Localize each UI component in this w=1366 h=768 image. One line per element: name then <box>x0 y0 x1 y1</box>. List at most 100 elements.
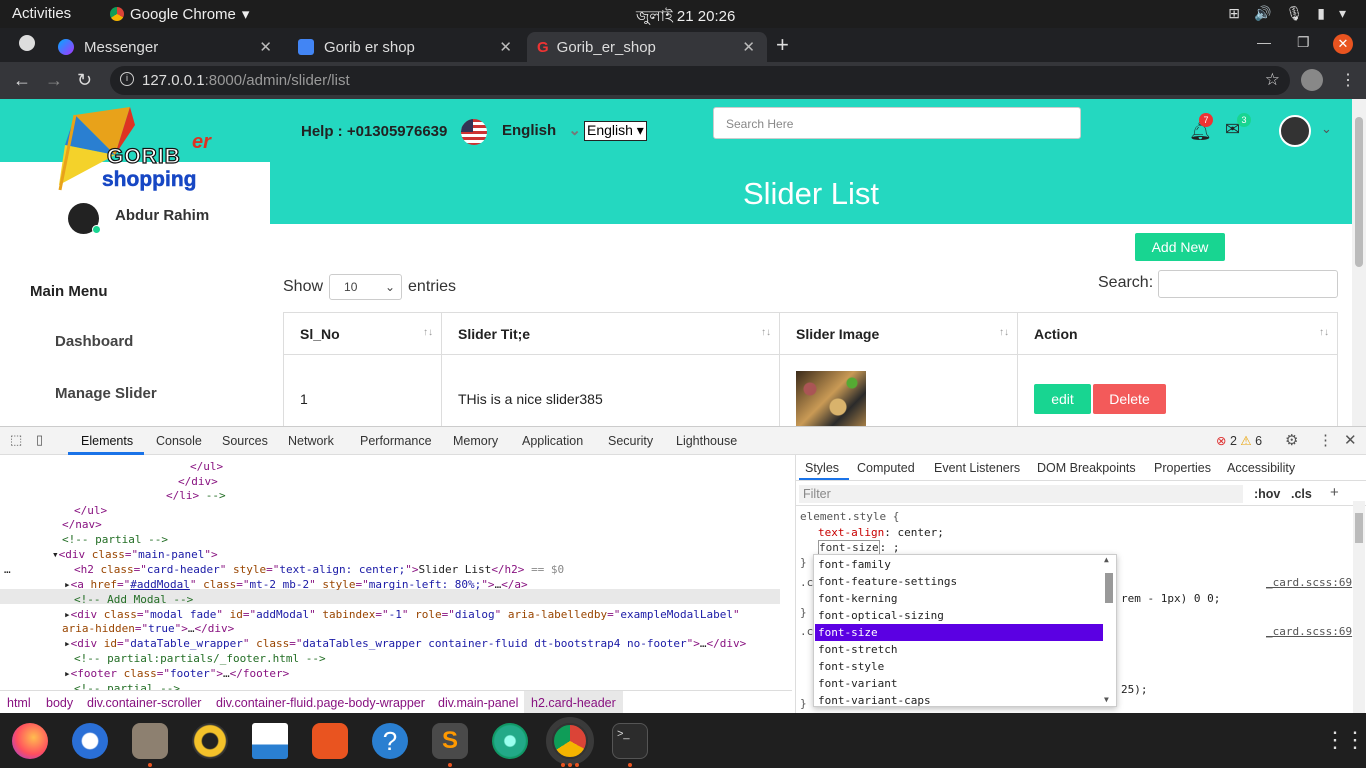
autocomplete-item[interactable]: font-stretch <box>815 641 1103 658</box>
site-logo[interactable]: er GORIB shopping <box>55 105 225 195</box>
autocomplete-item[interactable]: font-kerning <box>815 590 1103 607</box>
tab-security[interactable]: Security <box>608 434 653 448</box>
add-new-button[interactable]: Add New <box>1135 233 1225 261</box>
column-header-action[interactable]: Action ↑↓ <box>1017 312 1338 355</box>
breadcrumb-page-body-wrapper[interactable]: div.container-fluid.page-body-wrapper <box>216 696 425 710</box>
subtab-styles[interactable]: Styles <box>805 461 839 475</box>
subtab-computed[interactable]: Computed <box>857 461 915 475</box>
writer-icon[interactable] <box>252 723 288 759</box>
close-tab-icon[interactable]: ✕ <box>499 38 512 56</box>
search-input[interactable]: Search Here <box>713 107 1081 139</box>
forward-icon[interactable]: → <box>45 70 63 91</box>
tab-search-icon[interactable] <box>19 35 35 51</box>
address-bar[interactable]: i 127.0.0.1:8000/admin/slider/list ☆ <box>110 66 1290 95</box>
device-toolbar-icon[interactable]: ▯ <box>36 432 43 448</box>
inspect-element-icon[interactable]: ⬚ <box>10 432 22 448</box>
table-search-input[interactable] <box>1158 270 1338 298</box>
close-window-icon[interactable]: ✕ <box>1333 34 1353 54</box>
delete-button[interactable]: Delete <box>1093 383 1166 414</box>
entries-select[interactable]: 10 ⌄ <box>329 274 403 300</box>
language-dropdown[interactable]: English ⌄ <box>502 121 581 139</box>
page-scrollbar[interactable] <box>1352 99 1366 426</box>
breadcrumb-body[interactable]: body <box>46 696 73 710</box>
error-counter[interactable]: ⊗ 2 ⚠ 6 <box>1216 433 1262 448</box>
subtab-accessibility[interactable]: Accessibility <box>1227 461 1295 475</box>
column-header-slider-image[interactable]: Slider Image ↑↓ <box>779 312 1018 355</box>
filter-input[interactable]: Filter <box>799 485 1243 503</box>
autocomplete-item[interactable]: font-optical-sizing <box>815 607 1103 624</box>
hov-toggle[interactable]: :hov <box>1254 487 1280 501</box>
tab-memory[interactable]: Memory <box>453 434 498 448</box>
sidebar-item-dashboard[interactable]: Dashboard <box>55 333 133 350</box>
column-header-sl-no[interactable]: Sl_No ↑↓ <box>283 312 442 355</box>
style-rule-text-align[interactable]: text-align: center; <box>818 526 944 539</box>
tab-gorib-er-shop-active[interactable]: G Gorib_er_shop ✕ <box>527 32 767 62</box>
autocomplete-item-selected[interactable]: font-size <box>815 624 1103 641</box>
reload-icon[interactable]: ↻ <box>77 70 92 91</box>
tab-gorib-er-shop[interactable]: Gorib er shop ✕ <box>288 32 524 62</box>
breadcrumb-container-scroller[interactable]: div.container-scroller <box>87 696 201 710</box>
close-tab-icon[interactable]: ✕ <box>742 38 755 56</box>
tab-network[interactable]: Network <box>288 434 334 448</box>
show-apps-icon[interactable]: ⋮⋮⋮ <box>1324 727 1366 753</box>
chevron-down-icon[interactable]: ⌄ <box>1321 121 1332 137</box>
subtab-event-listeners[interactable]: Event Listeners <box>934 461 1020 475</box>
subtab-properties[interactable]: Properties <box>1154 461 1211 475</box>
atom-icon[interactable] <box>492 723 528 759</box>
bookmark-star-icon[interactable]: ☆ <box>1265 70 1280 90</box>
autocomplete-item[interactable]: font-variant <box>815 675 1103 692</box>
devtools-menu-icon[interactable]: ⋮ <box>1318 431 1333 449</box>
sublime-text-icon[interactable]: S <box>432 723 468 759</box>
breadcrumb-html[interactable]: html <box>7 696 31 710</box>
tab-messenger[interactable]: Messenger ✕ <box>48 32 284 62</box>
breadcrumb-main-panel[interactable]: div.main-panel <box>438 696 518 710</box>
elements-tree[interactable]: </ul> </div> </li> --> </ul> </nav> <!--… <box>0 455 780 690</box>
tab-elements[interactable]: Elements <box>81 434 133 448</box>
close-tab-icon[interactable]: ✕ <box>259 38 272 56</box>
profile-avatar[interactable] <box>1301 69 1323 91</box>
terminal-icon[interactable]: >_ <box>612 723 648 759</box>
autocomplete-scrollbar[interactable]: ▲ ▼ <box>1104 555 1114 704</box>
thunderbird-icon[interactable] <box>72 723 108 759</box>
source-link[interactable]: _card.scss:69 <box>1266 576 1352 589</box>
styles-scrollbar[interactable] <box>1353 501 1365 713</box>
tab-application[interactable]: Application <box>522 434 583 448</box>
minimize-icon[interactable]: — <box>1257 34 1271 50</box>
mail-icon[interactable]: ✉ 3 <box>1225 113 1251 140</box>
tab-lighthouse[interactable]: Lighthouse <box>676 434 737 448</box>
tab-performance[interactable]: Performance <box>360 434 432 448</box>
language-select[interactable]: English ▾ <box>584 121 647 141</box>
menu-kebab-icon[interactable]: ⋮ <box>1340 70 1356 90</box>
software-center-icon[interactable] <box>312 723 348 759</box>
css-autocomplete-dropdown[interactable]: font-family font-feature-settings font-k… <box>813 554 1117 707</box>
app-menu[interactable]: Google Chrome ▾ <box>110 5 249 23</box>
add-rule-icon[interactable]: + <box>1330 484 1339 501</box>
settings-gear-icon[interactable]: ⚙ <box>1285 431 1298 449</box>
style-rule-font-size[interactable]: font-size: ; <box>818 540 899 555</box>
help-icon[interactable]: ? <box>372 723 408 759</box>
autocomplete-item[interactable]: font-variant-caps <box>815 692 1103 709</box>
edit-button[interactable]: edit <box>1034 383 1091 414</box>
rhythmbox-icon[interactable] <box>192 723 228 759</box>
activities-button[interactable]: Activities <box>12 5 71 22</box>
sidebar-item-manage-slider[interactable]: Manage Slider <box>55 385 157 402</box>
close-devtools-icon[interactable]: ✕ <box>1344 431 1357 449</box>
source-link[interactable]: _card.scss:69 <box>1266 625 1352 638</box>
subtab-dom-breakpoints[interactable]: DOM Breakpoints <box>1037 461 1136 475</box>
clock[interactable]: জুলাই 21 20:26 <box>636 5 735 30</box>
autocomplete-item[interactable]: font-style <box>815 658 1103 675</box>
breadcrumb-card-header[interactable]: h2.card-header <box>524 691 623 714</box>
bell-icon[interactable]: 🔔︎ 7 <box>1189 113 1213 142</box>
restore-icon[interactable]: ❐ <box>1297 34 1310 51</box>
autocomplete-item[interactable]: font-feature-settings <box>815 573 1103 590</box>
tab-sources[interactable]: Sources <box>222 434 268 448</box>
back-icon[interactable]: ← <box>13 70 31 91</box>
files-icon[interactable] <box>132 723 168 759</box>
column-header-slider-title[interactable]: Slider Tit;e ↑↓ <box>441 312 780 355</box>
new-tab-button[interactable]: + <box>776 32 789 58</box>
user-avatar[interactable] <box>1279 115 1311 147</box>
chrome-dock-icon[interactable] <box>546 717 594 765</box>
tab-console[interactable]: Console <box>156 434 202 448</box>
autocomplete-item[interactable]: font-family <box>815 556 1103 573</box>
info-icon[interactable]: i <box>120 72 134 86</box>
